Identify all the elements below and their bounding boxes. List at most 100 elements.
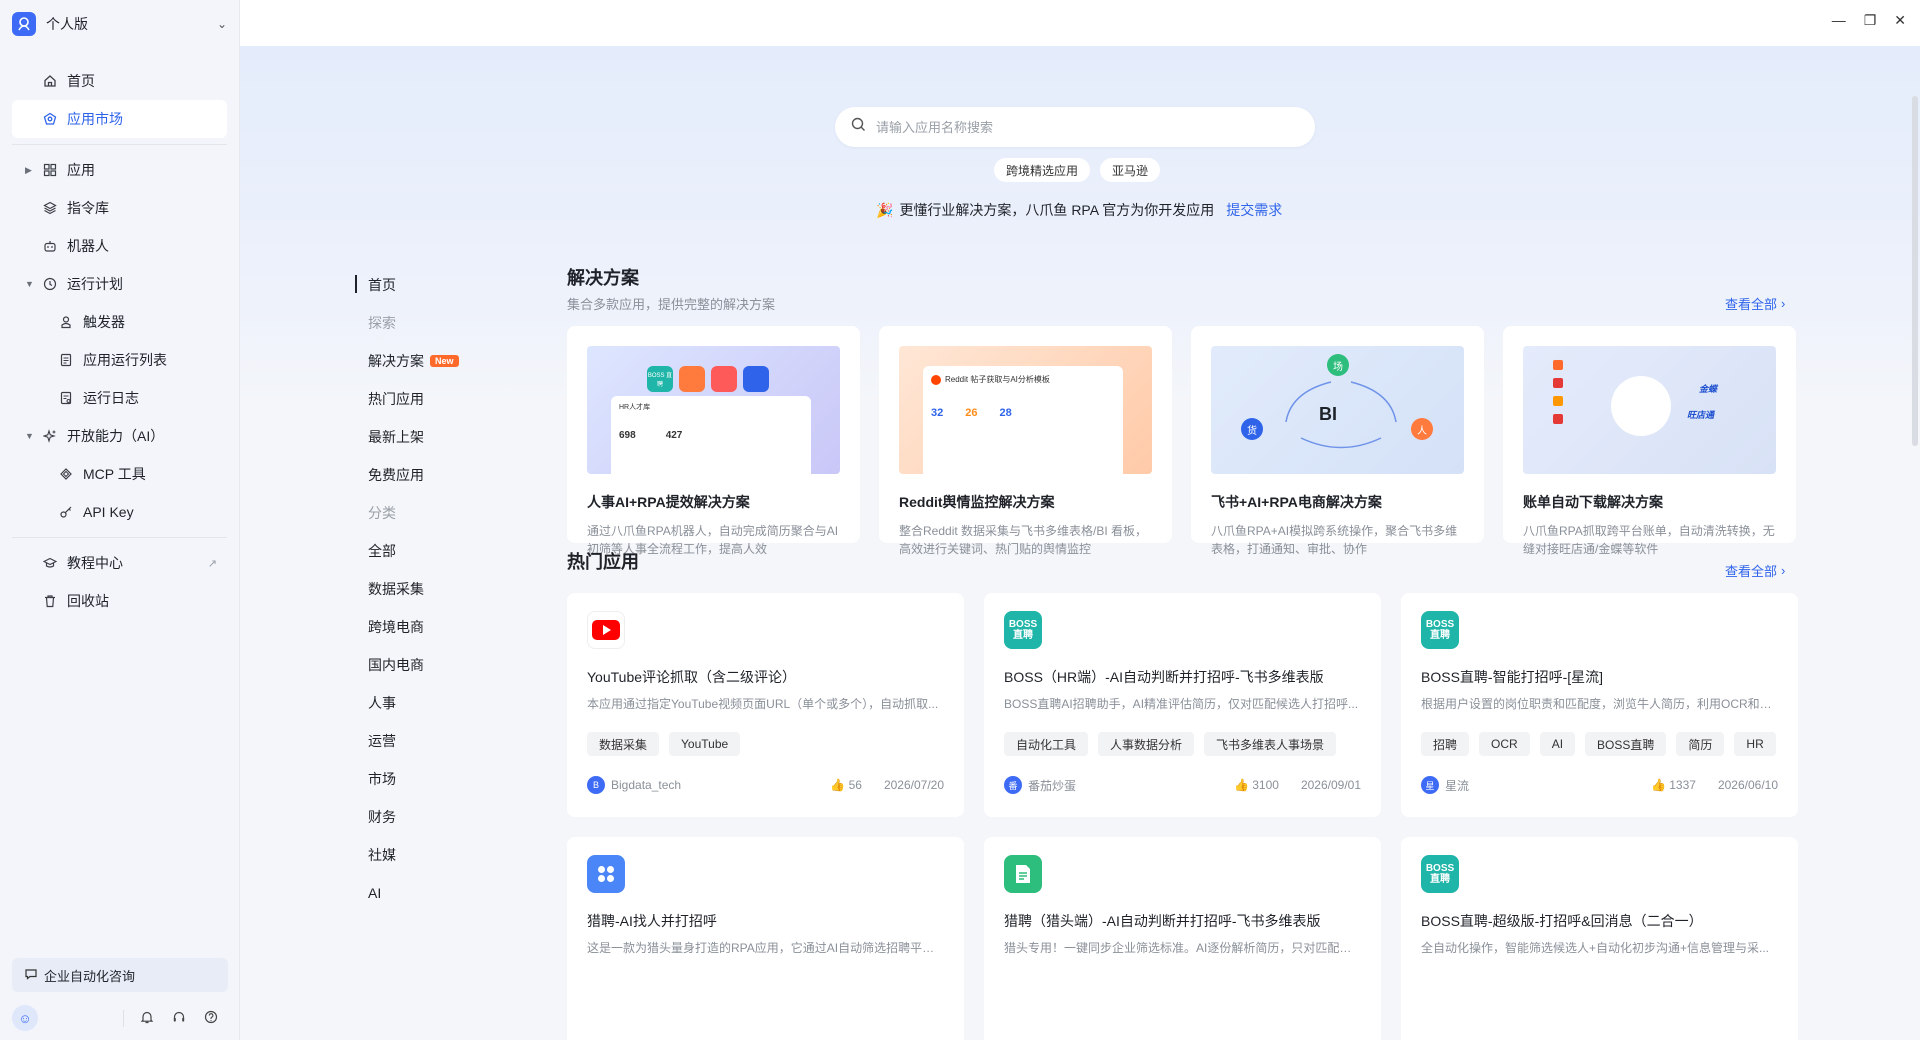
sidebar-item-tutorial[interactable]: 教程中心 ↗ [12,544,227,582]
tag[interactable]: HR [1734,732,1776,756]
tag[interactable]: OCR [1479,732,1530,756]
preview-stat: 698 [619,430,636,441]
workspace-switcher[interactable]: 个人版 ⌄ [0,0,239,48]
preview-stat: 28 [999,407,1012,419]
submit-request-link[interactable]: 提交需求 [1226,200,1282,220]
publish-date: 2026/07/20 [883,778,944,792]
graduation-icon [42,555,58,571]
sidebar-item-api-key[interactable]: API Key [12,493,227,531]
tag[interactable]: YouTube [669,732,741,756]
category-latest[interactable]: 最新上架 [355,418,505,456]
author[interactable]: B Bigdata_tech [587,776,830,794]
app-card[interactable]: YouTube评论抓取（含二级评论） 本应用通过指定YouTube视频页面URL… [567,593,964,817]
sidebar-item-open-ai[interactable]: ▼ 开放能力（AI） [12,417,227,455]
sidebar-item-mcp[interactable]: MCP 工具 [12,455,227,493]
category-domestic-ecommerce[interactable]: 国内电商 [355,646,505,684]
app-card[interactable]: 猎聘（猎头端）-AI自动判断并打招呼-飞书多维表版 猎头专用！一键同步企业筛选标… [984,837,1381,1040]
category-hr[interactable]: 人事 [355,684,505,722]
sidebar-footer: ☺ [0,996,240,1040]
app-title: YouTube评论抓取（含二级评论） [587,669,797,685]
category-social[interactable]: 社媒 [355,836,505,874]
caret-right-icon[interactable]: ▶ [25,165,32,176]
suggestion-chip[interactable]: 跨境精选应用 [994,158,1091,182]
sidebar-item-trigger[interactable]: 触发器 [12,303,227,341]
category-group-explore: 探索 [368,315,396,331]
scrollbar[interactable] [1912,96,1918,446]
solution-card[interactable]: 金蝶 旺店通 账单自动下载解决方案 八爪鱼RPA抓取跨平台账单，自动清洗转换，无… [1503,326,1796,556]
app-icon [679,366,705,392]
tag[interactable]: BOSS直聘 [1585,732,1667,756]
sidebar-item-run-list[interactable]: 应用运行列表 [12,341,227,379]
category-hot[interactable]: 热门应用 [355,380,505,418]
external-link-icon: ↗ [207,557,217,570]
chat-icon [24,967,38,984]
headset-icon[interactable] [170,1010,188,1027]
tag[interactable]: 人事数据分析 [1098,732,1195,756]
solutions-view-all[interactable]: 查看全部 › [1725,294,1785,313]
tag[interactable]: 数据采集 [587,732,660,756]
app-card[interactable]: BOSS 直聘 BOSS直聘-超级版-打招呼&回消息（二合一） 全自动化操作，智… [1401,837,1798,1040]
bell-icon[interactable] [138,1010,156,1027]
category-all[interactable]: 全部 [355,532,505,570]
tag[interactable]: 招聘 [1421,732,1470,756]
author[interactable]: 星星流 [1421,776,1651,794]
category-nav: 首页 探索 解决方案 New 热门应用 最新上架 免费应用 分类 全部 数据采集 … [355,266,505,912]
hot-apps-view-all[interactable]: 查看全部 › [1725,561,1785,580]
reddit-icon [931,374,941,385]
tag[interactable]: 自动化工具 [1004,732,1089,756]
sidebar-item-apps[interactable]: ▶ 应用 [12,151,227,189]
tag[interactable]: 简历 [1676,732,1725,756]
category-operations[interactable]: 运营 [355,722,505,760]
suggestion-chip[interactable]: 亚马逊 [1100,158,1161,182]
publish-date: 2026/09/01 [1300,778,1361,792]
clock-icon [42,276,58,292]
minimize-icon[interactable]: — [1832,12,1846,29]
chevron-down-icon[interactable]: ⌄ [217,17,227,31]
publish-date: 2026/06/10 [1717,778,1778,792]
category-finance[interactable]: 财务 [355,798,505,836]
app-card[interactable]: BOSS 直聘 BOSS直聘-智能打招呼-[星流] 根据用户设置的岗位职责和匹配… [1401,593,1798,817]
category-solutions[interactable]: 解决方案 New [355,342,505,380]
category-home[interactable]: 首页 [355,266,505,304]
solution-card[interactable]: Reddit 帖子获取与AI分析模板 32 26 28 Reddit舆情监控解决… [879,326,1172,556]
close-icon[interactable]: ✕ [1894,12,1906,29]
caret-down-icon[interactable]: ▼ [25,279,34,289]
app-card[interactable]: 猎聘-AI找人并打招呼 这是一款为猎头量身打造的RPA应用，它通过AI自动筛选招… [567,837,964,1040]
caret-down-icon[interactable]: ▼ [25,431,34,441]
app-desc: 本应用通过指定YouTube视频页面URL（单个或多个），自动抓取... [587,697,939,711]
author[interactable]: 番番茄炒蛋 [1004,776,1234,794]
solution-card[interactable]: BOSS 直聘 HR人才库 698 427 人事AI+RPA提效解决方案 通过八… [567,326,860,556]
category-ai[interactable]: AI [355,874,505,912]
sidebar-item-schedule[interactable]: ▼ 运行计划 [12,265,227,303]
chevron-right-icon: › [1781,563,1786,578]
category-marketing[interactable]: 市场 [355,760,505,798]
sidebar: 个人版 ⌄ 首页 应用市场 ▶ 应用 指令库 机器人 ▼ 运行计划 触发器 应用… [0,0,240,1040]
category-data-collection[interactable]: 数据采集 [355,570,505,608]
restore-icon[interactable]: ❐ [1864,12,1877,29]
key-icon [58,504,74,520]
market-icon [42,111,58,127]
consult-button[interactable]: 企业自动化咨询 [12,958,228,992]
search-input[interactable] [876,119,1299,135]
sidebar-item-trash[interactable]: 回收站 [12,582,227,620]
category-free[interactable]: 免费应用 [355,456,505,494]
solution-card[interactable]: 场 BI 货 人 飞书+AI+RPA电商解决方案 八爪鱼RPA+AI模拟跨系统操… [1191,326,1484,556]
flow-node: 人 [1411,418,1433,440]
sidebar-item-label: 教程中心 [67,555,123,571]
category-label: 解决方案 [368,353,424,369]
sidebar-item-home[interactable]: 首页 [12,62,227,100]
sidebar-item-commands[interactable]: 指令库 [12,189,227,227]
avatar[interactable]: ☺ [12,1005,38,1031]
mcp-icon [58,466,74,482]
search-box[interactable] [835,107,1315,147]
category-group-classify: 分类 [368,505,396,521]
app-card[interactable]: BOSS 直聘 BOSS（HR端）-AI自动判断并打招呼-飞书多维表版 BOSS… [984,593,1381,817]
sidebar-item-run-log[interactable]: 运行日志 [12,379,227,417]
sidebar-item-robot[interactable]: 机器人 [12,227,227,265]
sidebar-item-label: 首页 [67,73,95,89]
sidebar-item-market[interactable]: 应用市场 [12,100,227,138]
help-icon[interactable] [202,1010,220,1027]
tag[interactable]: 飞书多维表人事场景 [1204,732,1337,756]
category-cross-border[interactable]: 跨境电商 [355,608,505,646]
tag[interactable]: AI [1539,732,1576,756]
